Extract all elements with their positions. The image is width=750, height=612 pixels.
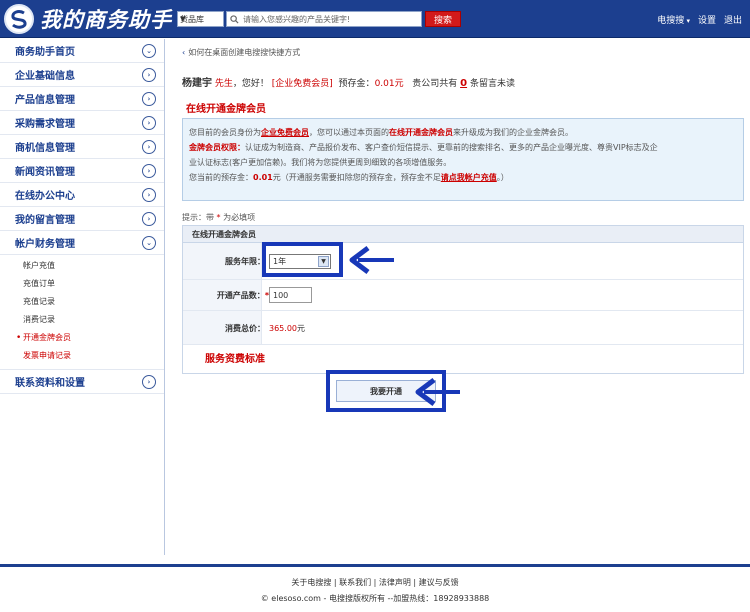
- submenu-recharge-records[interactable]: 充值记录: [0, 293, 164, 311]
- sidebar-item-news[interactable]: 新闻资讯管理 ›: [0, 159, 164, 183]
- form-row-products: 开通产品数：* 100: [183, 280, 743, 311]
- submenu-consumption-records[interactable]: 消费记录: [0, 311, 164, 329]
- total-price: 365.00元: [269, 324, 305, 333]
- form-title: 在线开通金牌会员: [183, 226, 743, 243]
- annotation-arrow-icon: [415, 378, 460, 406]
- caret-down-icon: ▾: [684, 17, 690, 25]
- sidebar-item-business[interactable]: 商机信息管理 ›: [0, 135, 164, 159]
- product-count-input[interactable]: 100: [269, 287, 312, 303]
- sidebar-item-messages[interactable]: 我的留言管理 ›: [0, 207, 164, 231]
- submenu-recharge[interactable]: 帐户充值: [0, 257, 164, 275]
- section-title: 在线开通金牌会员: [186, 104, 266, 115]
- sidebar-item-purchase[interactable]: 采购需求管理 ›: [0, 111, 164, 135]
- user-info-line: 杨建宇 先生，您好！ [企业免费会员] 预存金：0.01元 贵公司共有 0 条留…: [182, 78, 515, 89]
- search-icon: [230, 14, 239, 24]
- total-label: 消费总价：: [225, 324, 265, 333]
- submenu-invoice-records[interactable]: 发票申请记录: [0, 347, 164, 365]
- search-button[interactable]: 搜索: [425, 11, 461, 27]
- chevron-right-icon[interactable]: ›: [142, 92, 156, 106]
- top-links: 电搜搜 ▾ 设置 退出: [657, 13, 742, 26]
- search-placeholder: 请输入您感兴趣的产品关键字!: [243, 14, 351, 24]
- chevron-right-icon[interactable]: ›: [142, 68, 156, 82]
- chevron-down-icon: ▼: [180, 15, 186, 23]
- chevron-right-icon[interactable]: ›: [142, 116, 156, 130]
- chevron-down-icon[interactable]: ⌄: [142, 236, 156, 250]
- required-hint: 提示：带 * 为必填项: [182, 213, 256, 222]
- user-title: 先生: [214, 79, 233, 89]
- annotation-arrow-icon: [349, 246, 394, 274]
- form-row-total: 消费总价： 365.00元: [183, 311, 743, 345]
- sidebar-item-company-info[interactable]: 企业基础信息 ›: [0, 63, 164, 87]
- finance-submenu: 帐户充值 充值订单 充值记录 消费记录 开通金牌会员 发票申请记录: [0, 255, 164, 370]
- logo[interactable]: 我的商务助手: [4, 4, 172, 34]
- submenu-gold-member[interactable]: 开通金牌会员: [0, 329, 164, 347]
- user-name: 杨建宇: [182, 78, 212, 89]
- deposit-value: 0.01元: [374, 79, 404, 89]
- products-label: 开通产品数：*: [216, 291, 269, 300]
- sidebar-item-finance[interactable]: 帐户财务管理 ⌄: [0, 231, 164, 255]
- logo-icon: [4, 4, 34, 34]
- top-link-settings[interactable]: 设置: [698, 13, 716, 26]
- sidebar-item-home[interactable]: 商务助手首页 ⌄: [0, 39, 164, 63]
- years-label: 服务年限：: [225, 257, 265, 266]
- sidebar-item-office[interactable]: 在线办公中心 ›: [0, 183, 164, 207]
- chevron-right-icon[interactable]: ›: [142, 140, 156, 154]
- logo-text: 我的商务助手: [40, 8, 172, 32]
- chevron-right-icon[interactable]: ›: [142, 375, 156, 389]
- footer: 关于电搜搜 | 联系我们 | 法律声明 | 建议与反馈 © elesoso.co…: [0, 564, 750, 612]
- footer-copyright: © elesoso.com - 电搜搜版权所有 --加盟热线：189289338…: [260, 594, 490, 603]
- top-header: 我的商务助手 货品库 ▼ 请输入您感兴趣的产品关键字! 搜索 电搜搜 ▾ 设置 …: [0, 0, 750, 38]
- unread-count-link[interactable]: 0: [460, 78, 467, 89]
- chevron-right-icon[interactable]: ›: [142, 212, 156, 226]
- chevron-right-icon[interactable]: ›: [142, 188, 156, 202]
- chevron-down-icon[interactable]: ⌄: [142, 44, 156, 58]
- chevron-right-icon[interactable]: ›: [142, 164, 156, 178]
- footer-links[interactable]: 关于电搜搜 | 联系我们 | 法律声明 | 建议与反馈: [0, 577, 750, 588]
- sidebar: 商务助手首页 ⌄ 企业基础信息 › 产品信息管理 › 采购需求管理 › 商机信息…: [0, 39, 165, 555]
- sidebar-item-contact-settings[interactable]: 联系资料和设置 ›: [0, 370, 164, 394]
- free-member-text: 企业免费会员: [261, 128, 309, 137]
- recharge-link[interactable]: 请点我帐户充值: [441, 173, 497, 182]
- search-input[interactable]: 请输入您感兴趣的产品关键字!: [226, 11, 422, 27]
- top-link-logout[interactable]: 退出: [724, 13, 742, 26]
- search-category-select[interactable]: 货品库 ▼: [177, 11, 224, 27]
- pricing-standard-link[interactable]: 服务资费标准: [205, 350, 265, 365]
- sidebar-item-products[interactable]: 产品信息管理 ›: [0, 87, 164, 111]
- submenu-recharge-orders[interactable]: 充值订单: [0, 275, 164, 293]
- member-level-link[interactable]: [企业免费会员]: [272, 79, 333, 89]
- info-box: 您目前的会员身份为企业免费会员，您可以通过本页面的在线开通金牌会员来升级成为我们…: [182, 118, 744, 201]
- breadcrumb[interactable]: ‹ 如何在桌面创建电搜搜快捷方式: [182, 47, 300, 58]
- highlight-box: [262, 242, 343, 277]
- top-link-dianss[interactable]: 电搜搜 ▾: [657, 13, 690, 26]
- arrow-left-icon: ‹: [182, 48, 186, 57]
